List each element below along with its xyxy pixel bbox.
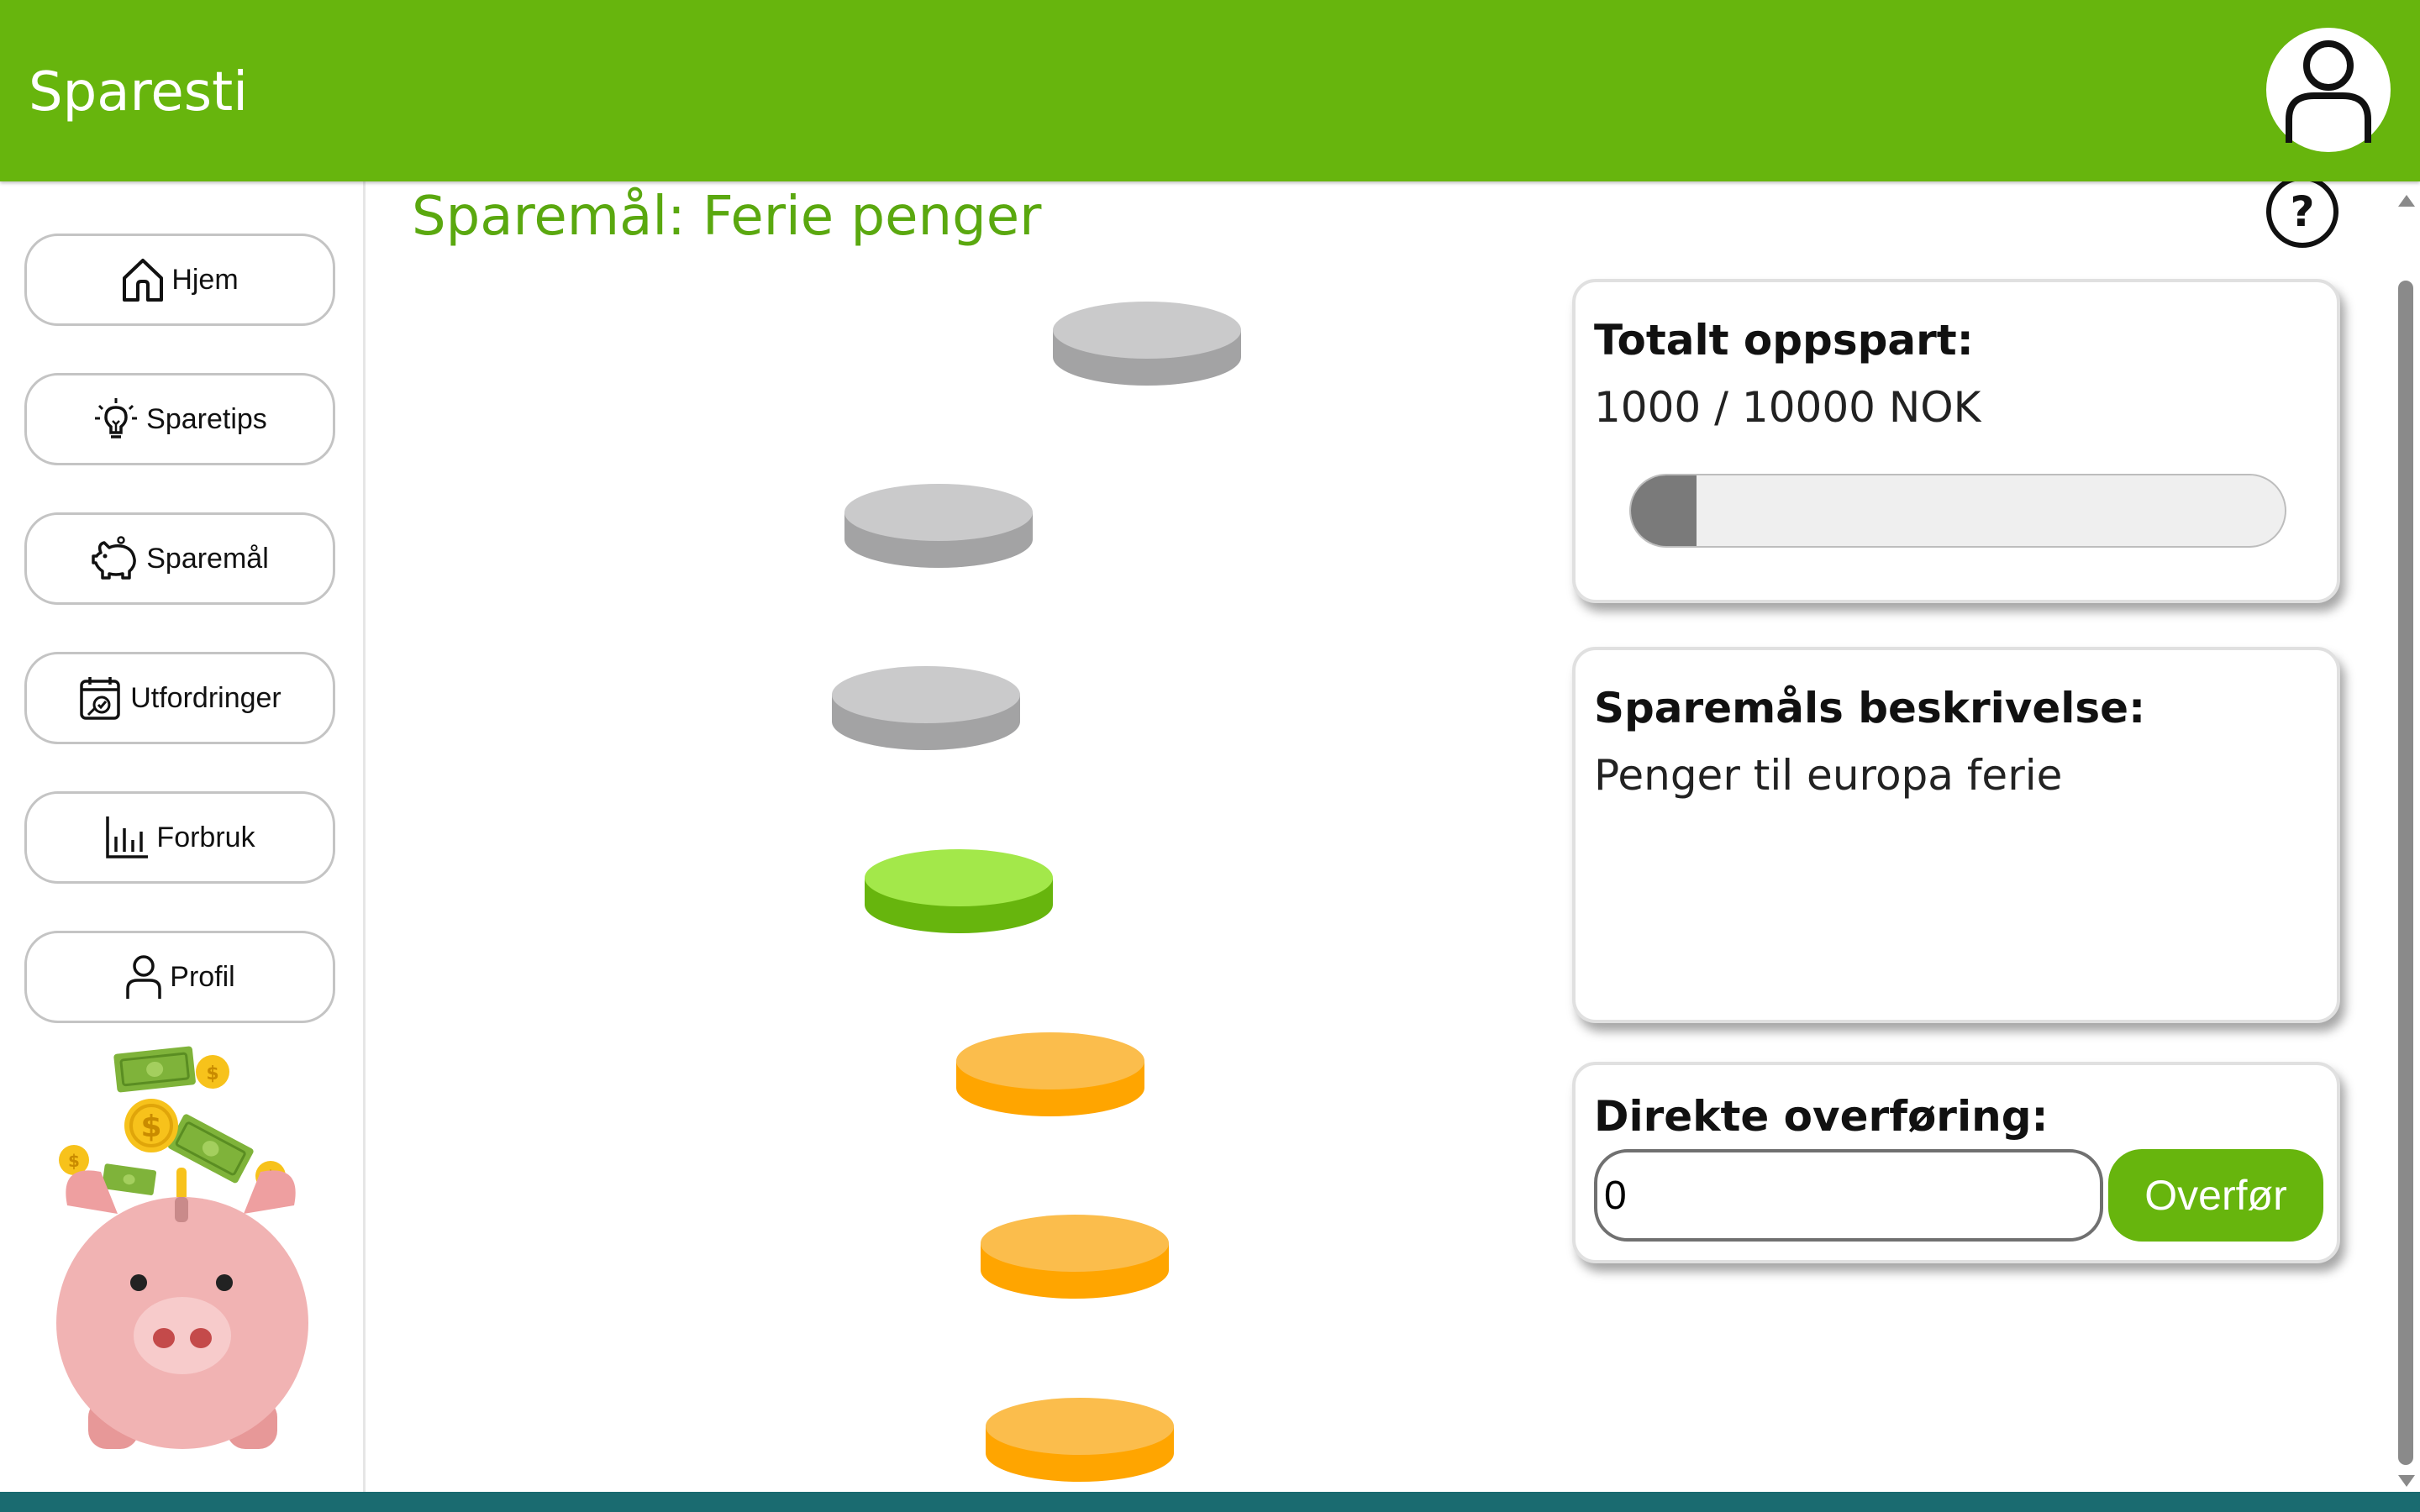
- taskbar-strip: [0, 1492, 2420, 1512]
- svg-text:?: ?: [2290, 187, 2314, 236]
- sidebar-item-profil[interactable]: Profil: [24, 931, 335, 1023]
- savings-progress-fill: [1631, 475, 1697, 546]
- sidebar-item-label: Utfordringer: [130, 681, 281, 714]
- bar-chart-icon: [106, 816, 149, 858]
- home-icon: [123, 259, 164, 302]
- sidebar-item-hjem[interactable]: Hjem: [24, 234, 335, 326]
- sidebar-item-label: Sparetips: [146, 402, 267, 435]
- svg-text:$: $: [206, 1063, 218, 1084]
- savings-total-heading: Totalt oppspart:: [1594, 316, 1974, 365]
- top-header: Sparesti: [0, 0, 2420, 181]
- coin-step-1-locked[interactable]: [1053, 302, 1241, 386]
- transfer-button[interactable]: Overfør: [2108, 1149, 2323, 1242]
- svg-text:$: $: [140, 1110, 161, 1144]
- sidebar-item-forbruk[interactable]: Forbruk: [24, 791, 335, 884]
- sidebar-item-utfordringer[interactable]: Utfordringer: [24, 652, 335, 744]
- savings-total-card: Totalt oppspart: 1000 / 10000 NOK: [1572, 279, 2340, 603]
- app-title[interactable]: Sparesti: [29, 59, 248, 126]
- goal-description-card: Sparemåls beskrivelse: Penger til europa…: [1572, 647, 2340, 1023]
- coin-step-5-completed[interactable]: [956, 1032, 1144, 1116]
- sidebar-item-sparetips[interactable]: Sparetips: [24, 373, 335, 465]
- svg-text:$: $: [68, 1151, 80, 1171]
- transfer-amount-input[interactable]: [1594, 1149, 2103, 1242]
- coin-step-7-completed[interactable]: [986, 1398, 1174, 1482]
- goal-description-text: Penger til europa ferie: [1594, 751, 2063, 800]
- sidebar-item-sparemal[interactable]: Sparemål: [24, 512, 335, 605]
- app-page: Sparesti Hjem Sparetips Sparemål Utfordr…: [0, 0, 2420, 1512]
- page-scrollbar[interactable]: [2391, 181, 2420, 1492]
- savings-progress-bar: [1629, 474, 2286, 548]
- savings-coin-path: [832, 302, 1241, 1482]
- help-icon[interactable]: ?: [2265, 174, 2340, 249]
- lightbulb-icon: [95, 398, 138, 438]
- profile-avatar-button[interactable]: [2266, 28, 2391, 152]
- direct-transfer-card: Direkte overføring: Overfør: [1572, 1062, 2340, 1263]
- coin-step-2-locked[interactable]: [844, 484, 1033, 568]
- sidebar-item-label: Forbruk: [156, 821, 255, 853]
- piggy-bank-with-money-illustration: $ $ $ $: [56, 1046, 308, 1449]
- sidebar-item-label: Profil: [170, 960, 235, 993]
- sidebar-item-label: Sparemål: [146, 542, 269, 575]
- direct-transfer-heading: Direkte overføring:: [1594, 1092, 2049, 1141]
- coin-step-3-locked[interactable]: [832, 666, 1020, 750]
- goal-description-heading: Sparemåls beskrivelse:: [1594, 684, 2146, 732]
- savings-amount: 1000 / 10000 NOK: [1594, 383, 1981, 432]
- scroll-down-arrow-icon[interactable]: [2398, 1475, 2415, 1487]
- sidebar-item-label: Hjem: [171, 263, 239, 296]
- scrollbar-thumb[interactable]: [2398, 281, 2413, 1465]
- user-icon: [126, 955, 162, 999]
- coin-step-4-current[interactable]: [865, 849, 1053, 933]
- page-title: Sparemål: Ferie penger: [412, 186, 1042, 248]
- piggy-bank-icon: [92, 536, 137, 580]
- user-icon: [2286, 40, 2371, 143]
- coin-step-6-completed[interactable]: [981, 1215, 1169, 1299]
- calendar-challenge-icon: [80, 677, 120, 720]
- scroll-up-arrow-icon[interactable]: [2398, 195, 2415, 207]
